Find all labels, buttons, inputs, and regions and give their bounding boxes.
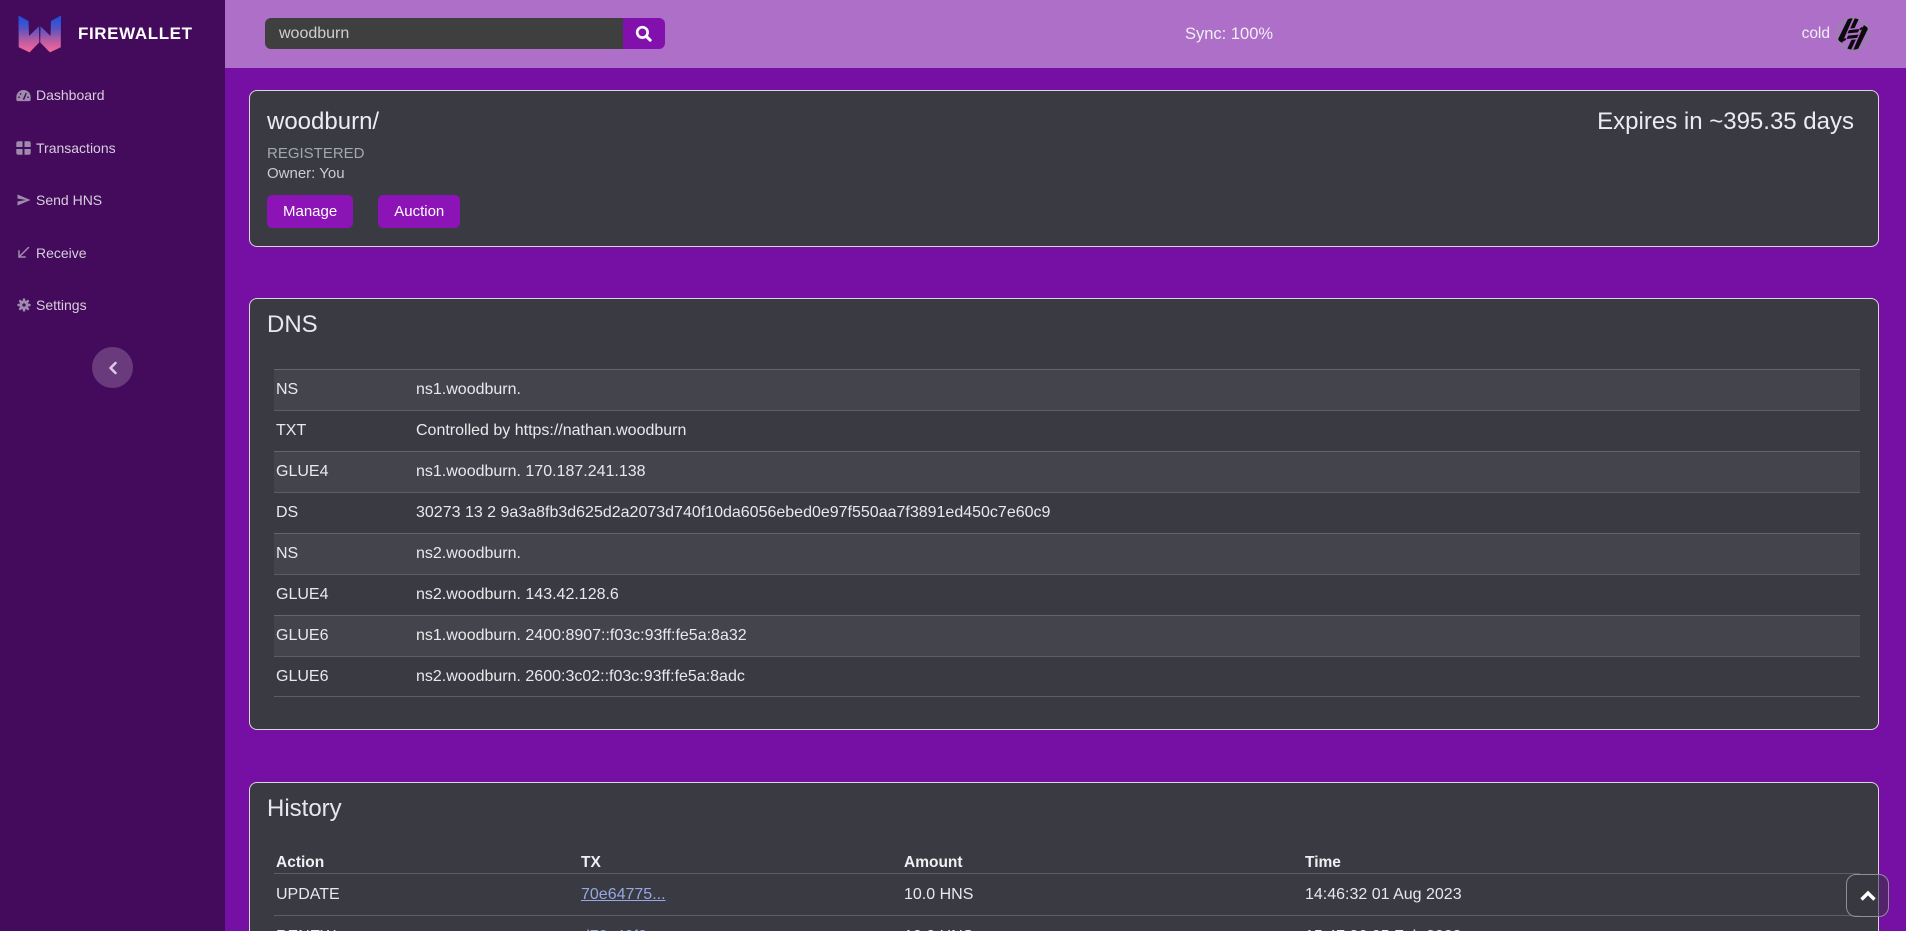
sidebar-item-label: Receive <box>36 245 87 261</box>
sidebar-item-label: Send HNS <box>36 192 102 208</box>
arrow-down-left-icon <box>16 245 31 261</box>
sidebar-item-label: Settings <box>36 297 87 313</box>
chevron-up-icon <box>1859 890 1877 902</box>
topbar: Sync: 100% cold <box>225 0 1906 68</box>
brand[interactable]: FIREWALLET <box>0 0 225 68</box>
sidebar-item-send[interactable]: Send HNS <box>0 174 225 227</box>
wallet-group: cold <box>1802 0 1872 68</box>
gauge-icon <box>16 87 31 103</box>
dns-record-row: TXTControlled by https://nathan.woodburn <box>274 410 1860 451</box>
wallet-name: cold <box>1802 25 1830 43</box>
dns-record-row: NSns2.woodburn. <box>274 533 1860 574</box>
dns-record-type: GLUE4 <box>274 586 416 604</box>
history-header-action: Action <box>274 854 581 872</box>
search-group <box>265 18 665 49</box>
brand-name: FIREWALLET <box>78 24 193 44</box>
history-action: UPDATE <box>274 886 581 904</box>
sync-status: Sync: 100% <box>1185 0 1273 68</box>
table-icon <box>16 140 31 156</box>
dns-table: NSns1.woodburn. TXTControlled by https:/… <box>274 369 1860 697</box>
history-header-time: Time <box>1305 854 1860 872</box>
history-header-row: Action TX Amount Time <box>274 841 1860 873</box>
sidebar-nav: Dashboard Transactions Send HNS <box>0 69 225 332</box>
history-time: 15:47:36 05 Feb 2023 <box>1305 928 1860 931</box>
history-title: History <box>250 783 1878 823</box>
history-header-amount: Amount <box>904 854 1305 872</box>
history-amount: 10.0 HNS <box>904 928 1305 931</box>
dns-record-type: TXT <box>274 422 416 440</box>
gear-icon <box>16 297 31 313</box>
dns-record-type: NS <box>274 381 416 399</box>
domain-status: REGISTERED <box>267 145 1861 162</box>
history-time: 14:46:32 01 Aug 2023 <box>1305 886 1860 904</box>
history-table: Action TX Amount Time UPDATE 70e64775...… <box>274 841 1860 931</box>
domain-actions: Manage Auction <box>267 195 1861 228</box>
search-icon <box>635 25 653 43</box>
dns-record-value: 30273 13 2 9a3a8fb3d625d2a2073d740f10da6… <box>416 504 1050 522</box>
dns-card: DNS NSns1.woodburn. TXTControlled by htt… <box>249 298 1879 730</box>
domain-owner: Owner: You <box>267 165 1861 182</box>
dns-title: DNS <box>250 299 1878 339</box>
manage-button[interactable]: Manage <box>267 195 353 228</box>
dns-record-value: ns2.woodburn. <box>416 545 521 563</box>
dns-record-type: GLUE6 <box>274 627 416 645</box>
history-row: RENEW d73c40f2... 10.0 HNS 15:47:36 05 F… <box>274 915 1860 931</box>
history-tx-cell: d73c40f2... <box>581 928 904 931</box>
handshake-logo-icon[interactable] <box>1834 15 1872 53</box>
sidebar-item-receive[interactable]: Receive <box>0 227 225 280</box>
sidebar-item-label: Dashboard <box>36 87 105 103</box>
dns-record-type: GLUE6 <box>274 668 416 686</box>
dns-record-row: NSns1.woodburn. <box>274 369 1860 410</box>
send-icon <box>16 192 31 208</box>
sidebar-item-dashboard[interactable]: Dashboard <box>0 69 225 122</box>
dns-record-row: GLUE4ns2.woodburn. 143.42.128.6 <box>274 574 1860 615</box>
auction-button[interactable]: Auction <box>378 195 460 228</box>
sidebar-item-transactions[interactable]: Transactions <box>0 122 225 175</box>
dns-record-row: DS30273 13 2 9a3a8fb3d625d2a2073d740f10d… <box>274 492 1860 533</box>
sidebar-collapse-button[interactable] <box>92 347 133 388</box>
domain-expiry: Expires in ~395.35 days <box>1597 108 1854 136</box>
dns-record-row: GLUE4ns1.woodburn. 170.187.241.138 <box>274 451 1860 492</box>
dns-record-row: GLUE6ns2.woodburn. 2600:3c02::f03c:93ff:… <box>274 656 1860 697</box>
dns-record-type: DS <box>274 504 416 522</box>
search-input[interactable] <box>265 18 623 49</box>
history-action: RENEW <box>274 928 581 931</box>
dns-record-row: GLUE6ns1.woodburn. 2400:8907::f03c:93ff:… <box>274 615 1860 656</box>
firewallet-w-logo-icon <box>18 15 62 53</box>
history-amount: 10.0 HNS <box>904 886 1305 904</box>
dns-record-value: ns1.woodburn. 2400:8907::f03c:93ff:fe5a:… <box>416 627 747 645</box>
tx-link[interactable]: 70e64775... <box>581 886 666 903</box>
scroll-to-top-button[interactable] <box>1846 874 1889 917</box>
history-tx-cell: 70e64775... <box>581 886 904 904</box>
dns-record-value: Controlled by https://nathan.woodburn <box>416 422 686 440</box>
main-content: woodburn/ REGISTERED Owner: You Manage A… <box>225 68 1906 931</box>
tx-link[interactable]: d73c40f2... <box>581 928 660 931</box>
search-button[interactable] <box>623 18 665 49</box>
sidebar: FIREWALLET Dashboard <box>0 0 225 931</box>
sidebar-item-label: Transactions <box>36 140 116 156</box>
history-row: UPDATE 70e64775... 10.0 HNS 14:46:32 01 … <box>274 873 1860 915</box>
chevron-left-icon <box>108 361 118 375</box>
dns-record-value: ns1.woodburn. <box>416 381 521 399</box>
dns-record-value: ns2.woodburn. 2600:3c02::f03c:93ff:fe5a:… <box>416 668 745 686</box>
dns-record-type: GLUE4 <box>274 463 416 481</box>
history-header-tx: TX <box>581 854 904 872</box>
dns-record-value: ns2.woodburn. 143.42.128.6 <box>416 586 619 604</box>
domain-card: woodburn/ REGISTERED Owner: You Manage A… <box>249 90 1879 247</box>
dns-record-type: NS <box>274 545 416 563</box>
history-card: History Action TX Amount Time UPDATE 70e… <box>249 782 1879 931</box>
dns-record-value: ns1.woodburn. 170.187.241.138 <box>416 463 646 481</box>
sidebar-item-settings[interactable]: Settings <box>0 279 225 332</box>
